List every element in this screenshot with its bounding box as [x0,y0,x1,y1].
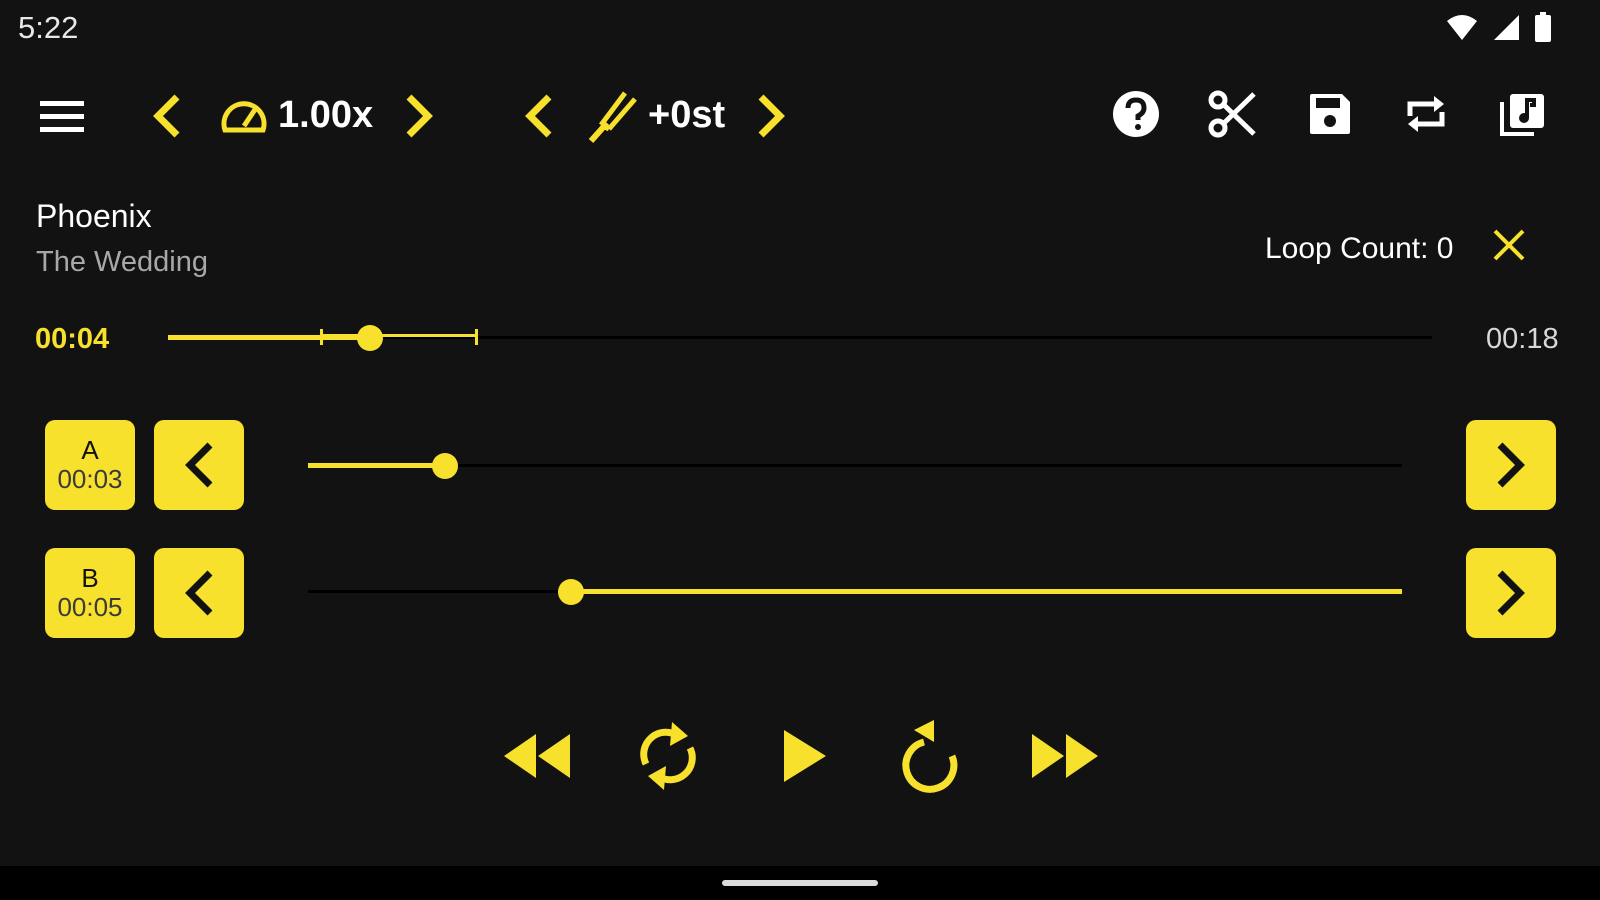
status-time: 5:22 [18,10,79,45]
marker-b-forward-button[interactable] [1466,548,1556,638]
menu-icon [40,101,84,132]
marker-a-forward-button[interactable] [1466,420,1556,510]
help-button[interactable] [1110,88,1162,140]
scissors-icon [1208,90,1256,138]
rewind-button[interactable] [500,720,576,792]
speed-indicator [220,92,268,140]
marker-b-back-button[interactable] [154,548,244,638]
tuning-fork-icon [588,91,637,143]
loop-icon [640,722,696,790]
marker-b-letter: B [81,563,99,593]
marker-a-button[interactable]: A 00:03 [45,420,135,510]
help-icon [1113,91,1159,137]
home-indicator[interactable] [722,880,878,886]
speed-value: 1.00x [278,94,374,136]
trim-button[interactable] [1206,88,1258,140]
save-button[interactable] [1304,88,1356,140]
music-library-icon [1500,94,1544,136]
chevron-left-icon [185,442,213,488]
pitch-increase-button[interactable] [750,88,792,144]
marker-b-fill [570,589,1402,594]
loop-region [319,329,478,345]
seek-bar[interactable] [168,316,1432,360]
play-button[interactable] [774,720,834,792]
wifi-icon [1447,15,1477,40]
status-bar: 5:22 [0,0,1600,58]
play-icon [784,730,826,782]
marker-b-slider[interactable] [308,570,1402,614]
marker-b-time: 00:05 [57,592,123,622]
speed-increase-button[interactable] [398,88,440,144]
chevron-left-icon [525,94,552,138]
replay-button[interactable] [894,716,966,796]
chevron-right-icon [406,94,433,138]
fast-forward-button[interactable] [1026,720,1102,792]
loop-toggle-button[interactable] [632,716,704,796]
rewind-icon [504,734,570,778]
marker-a-back-button[interactable] [154,420,244,510]
seek-thumb[interactable] [357,325,384,351]
pitch-value: +0st [648,94,726,136]
clear-loop-button[interactable] [1492,228,1526,262]
marker-a-fill [308,463,445,468]
speedometer-icon [221,101,267,133]
pitch-indicator [586,86,642,146]
position-time: 00:04 [35,323,110,355]
repeat-button[interactable] [1400,88,1452,140]
pitch-decrease-button[interactable] [518,88,560,144]
save-icon [1310,94,1350,134]
marker-a-track [308,464,1402,467]
signal-icon [1494,15,1519,40]
toolbar: 1.00x +0st [0,70,1600,165]
duration-time: 00:18 [1486,323,1559,355]
marker-b-thumb[interactable] [557,579,584,605]
chevron-right-icon [1497,570,1525,616]
fast-forward-icon [1032,734,1098,778]
chevron-left-icon [153,94,180,138]
marker-a-time: 00:03 [57,464,123,494]
repeat-icon [1407,96,1445,132]
system-icons [1446,12,1552,42]
speed-decrease-button[interactable] [146,88,188,144]
chevron-right-icon [758,94,785,138]
loop-count: Loop Count: 0 [1265,232,1454,265]
library-button[interactable] [1496,88,1548,140]
menu-button[interactable] [36,90,88,142]
marker-a-letter: A [81,435,99,465]
chevron-right-icon [1497,442,1525,488]
chevron-left-icon [185,570,213,616]
battery-icon [1535,12,1551,42]
replay-icon [902,720,958,793]
marker-a-slider[interactable] [308,444,1402,488]
marker-a-thumb[interactable] [431,453,458,479]
close-icon [1493,229,1525,261]
track-title: Phoenix [36,198,152,234]
track-artist: The Wedding [36,246,208,278]
marker-b-button[interactable]: B 00:05 [45,548,135,638]
